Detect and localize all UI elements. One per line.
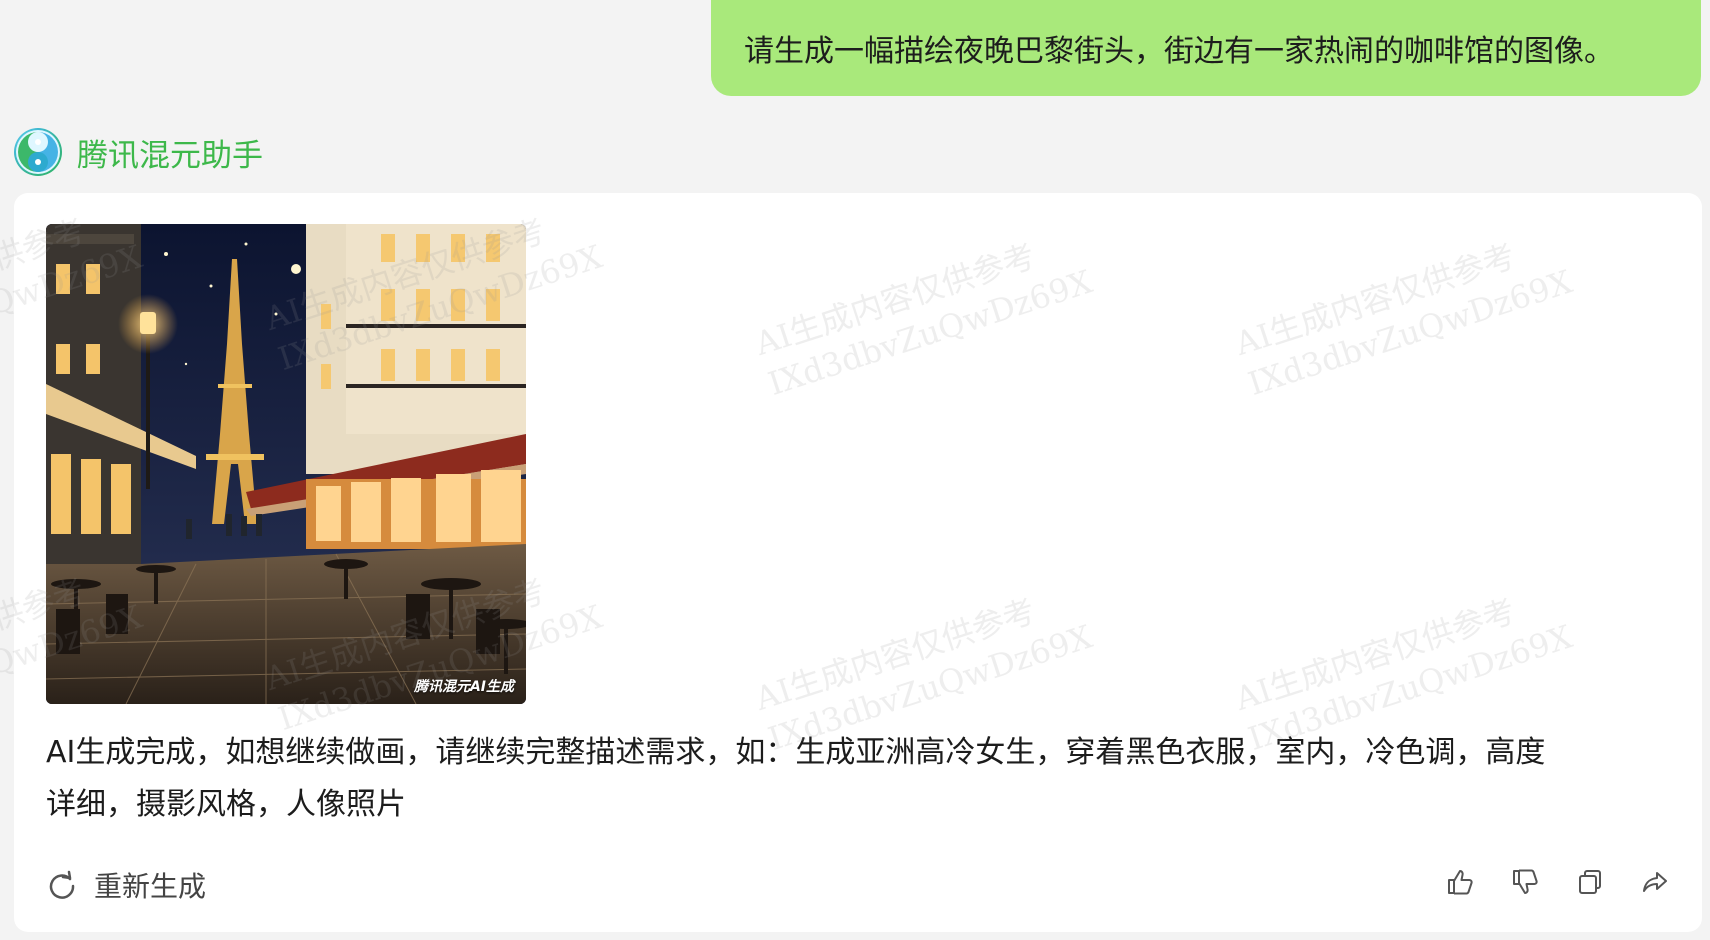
- user-message-bubble: 请生成一幅描绘夜晚巴黎街头，街边有一家热闹的咖啡馆的图像。: [711, 0, 1701, 96]
- assistant-reply-card: 腾讯混元AI生成 AI生成完成，如想继续做画，请继续完整描述需求，如：生成亚洲高…: [14, 193, 1702, 932]
- regenerate-label: 重新生成: [94, 870, 207, 903]
- watermark: AI生成内容仅供参考IXd3dbvZuQwDz69X: [265, 0, 612, 10]
- thumbs-up-icon[interactable]: [1443, 865, 1477, 899]
- reply-line: 详细，摄影风格，人像照片: [46, 787, 406, 822]
- thumbs-down-icon[interactable]: [1508, 865, 1542, 899]
- generated-image[interactable]: 腾讯混元AI生成: [46, 224, 526, 704]
- copy-icon[interactable]: [1573, 865, 1607, 899]
- image-watermark: 腾讯混元AI生成: [413, 679, 514, 695]
- assistant-name: 腾讯混元助手: [77, 137, 263, 174]
- share-icon[interactable]: [1638, 865, 1672, 899]
- regenerate-button[interactable]: 重新生成: [46, 865, 206, 905]
- assistant-reply-text: AI生成完成，如想继续做画，请继续完整描述需求，如：生成亚洲高冷女生，穿着黑色衣…: [46, 727, 1666, 831]
- refresh-icon: [46, 869, 78, 901]
- reply-line: AI生成完成，如想继续做画，请继续完整描述需求，如：生成亚洲高冷女生，穿着黑色衣…: [46, 735, 1546, 770]
- assistant-header: 腾讯混元助手: [14, 128, 263, 176]
- hunyuan-logo-icon: [14, 128, 62, 176]
- user-message-text: 请生成一幅描绘夜晚巴黎街头，街边有一家热闹的咖啡馆的图像。: [744, 34, 1614, 69]
- message-actions: [1443, 865, 1672, 899]
- paris-cafe-night-illustration: [46, 224, 526, 704]
